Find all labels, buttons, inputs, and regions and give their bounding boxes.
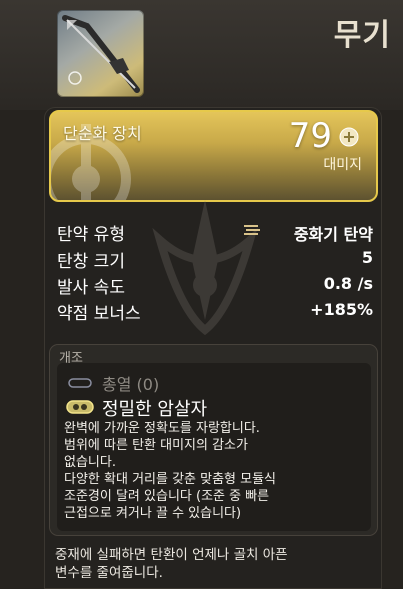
stat-value: 0.8 /s bbox=[323, 274, 373, 293]
damage-value: 79 bbox=[288, 116, 332, 156]
mod-name: 총열 bbox=[102, 375, 132, 394]
stat-label: 탄약 유형 bbox=[57, 225, 125, 245]
stat-label: 발사 속도 bbox=[57, 278, 125, 298]
weapon-thumbnail[interactable] bbox=[57, 10, 144, 97]
stat-label: 탄창 크기 bbox=[57, 252, 125, 272]
rifle-thumbnail-icon bbox=[62, 15, 140, 93]
weapon-name: 단순화 장치 bbox=[63, 124, 142, 143]
perk-slot-active-icon bbox=[66, 400, 94, 414]
heavy-ammo-icon bbox=[244, 225, 260, 235]
page-title: 무기 bbox=[333, 18, 391, 53]
stat-label: 약점 보너스 bbox=[57, 304, 141, 324]
item-header: 단순화 장치 79 대미지 bbox=[49, 110, 378, 202]
mod-item-precision-assassin[interactable]: 정밀한 암살자 bbox=[102, 395, 207, 421]
mod-description: 완벽에 가까운 정확도를 자랑합니다. 범위에 따른 탄환 대미지의 감소가 없… bbox=[64, 421, 277, 521]
perk-slot-empty-icon bbox=[68, 378, 92, 388]
stat-value: +185% bbox=[310, 300, 373, 319]
flavor-text: 중재에 실패하면 탄환이 언제나 골치 아픈 변수를 줄여줍니다. bbox=[55, 547, 288, 581]
mod-count: (0) bbox=[136, 375, 160, 394]
stat-row-ammo-type: 탄약 유형 중화기 탄약 bbox=[57, 220, 373, 245]
stat-row-magazine: 탄창 크기 5 bbox=[57, 247, 373, 272]
mod-item-barrel[interactable]: 총열 (0) bbox=[102, 371, 159, 395]
stat-row-crit-bonus: 약점 보너스 +185% bbox=[57, 299, 373, 324]
stat-value: 5 bbox=[361, 248, 373, 267]
stat-value: 중화기 탄약 bbox=[293, 225, 373, 244]
stat-row-fire-rate: 발사 속도 0.8 /s bbox=[57, 273, 373, 298]
damage-label: 대미지 bbox=[323, 157, 362, 173]
damage-element-icon bbox=[339, 127, 359, 147]
